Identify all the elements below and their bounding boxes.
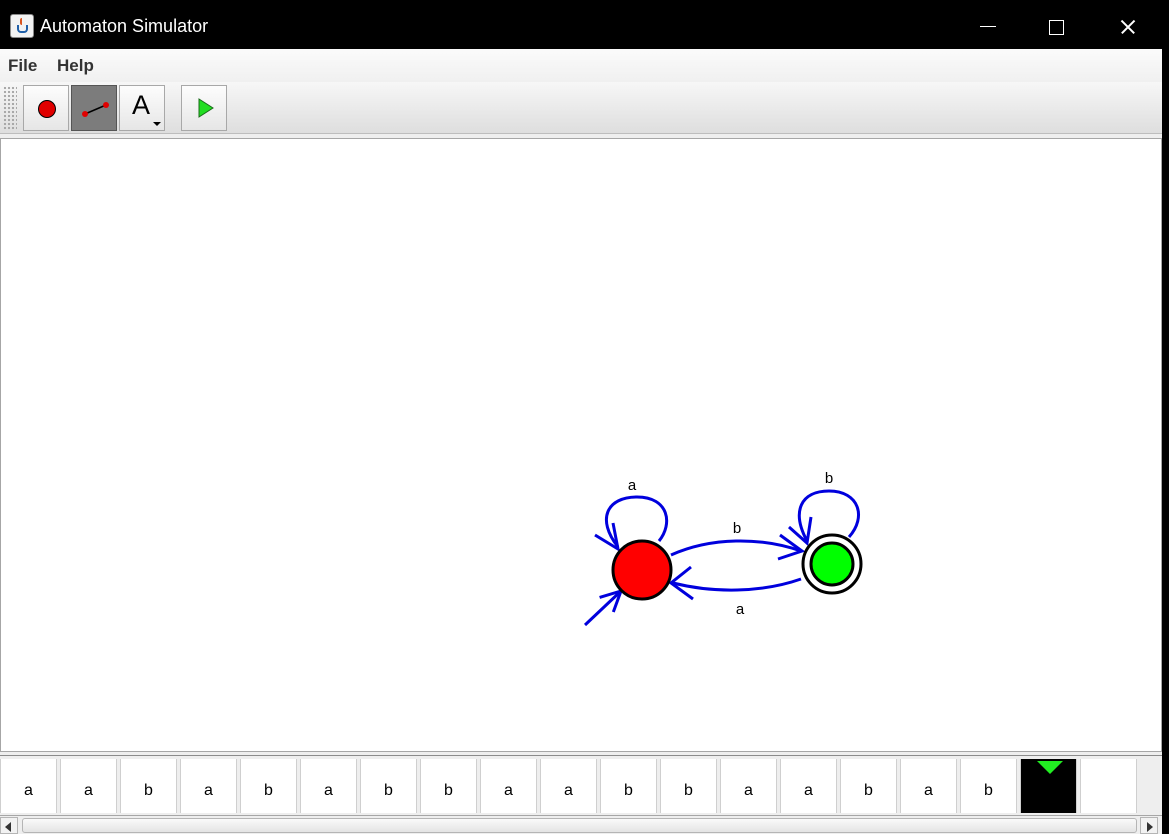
maximize-button[interactable]: [1026, 4, 1086, 49]
menu-bar: File Help: [0, 49, 1162, 82]
tape-cell[interactable]: b: [240, 759, 297, 813]
dropdown-arrow-icon: [153, 122, 161, 126]
tape-cell[interactable]: [1080, 759, 1137, 813]
tape-cell[interactable]: a: [480, 759, 537, 813]
toolbar: A: [0, 82, 1162, 134]
transition-label-q1-q0: a: [736, 601, 745, 618]
tape-horizontal-scrollbar[interactable]: [0, 815, 1162, 834]
close-button[interactable]: [1098, 4, 1158, 49]
tape-cell[interactable]: b: [120, 759, 177, 813]
title-bar[interactable]: Automaton Simulator: [0, 4, 1169, 49]
tape-cell[interactable]: a: [60, 759, 117, 813]
transition-q1-q0[interactable]: [672, 577, 802, 592]
transition-line-icon: [82, 102, 109, 117]
tape-head-marker-icon: [1037, 761, 1063, 774]
tape-cell[interactable]: a: [540, 759, 597, 813]
scroll-left-arrow-icon[interactable]: [0, 817, 18, 834]
label-tool-button[interactable]: A: [119, 85, 165, 131]
tape-cell-head[interactable]: [1020, 759, 1077, 813]
tape-cell[interactable]: b: [660, 759, 717, 813]
initial-transition-arrow[interactable]: [583, 591, 621, 627]
tape-cell[interactable]: a: [780, 759, 837, 813]
menu-file[interactable]: File: [8, 56, 37, 76]
tape-cell[interactable]: a: [180, 759, 237, 813]
transition-q0-q1[interactable]: [670, 539, 802, 557]
tape-cell[interactable]: b: [600, 759, 657, 813]
run-button[interactable]: [181, 85, 227, 131]
add-state-tool-button[interactable]: [23, 85, 69, 131]
red-circle-icon: [38, 100, 56, 118]
automaton-canvas[interactable]: a b a b: [0, 138, 1162, 752]
scrollbar-thumb[interactable]: [22, 818, 1137, 833]
window-title: Automaton Simulator: [40, 16, 209, 36]
tape-cell[interactable]: b: [840, 759, 897, 813]
transition-label-q0-q1: b: [733, 520, 741, 537]
state-q0-initial[interactable]: [611, 539, 673, 601]
green-play-icon: [198, 98, 214, 118]
state-q1-accepting[interactable]: [809, 541, 855, 587]
minimize-button[interactable]: [958, 4, 1018, 49]
automaton-diagram: a b a b: [583, 470, 863, 627]
app-window: Automaton Simulator File Help A a b a b …: [0, 0, 1169, 834]
input-tape: aabababbaabbaabab: [0, 755, 1162, 813]
transition-label-q0-q0: a: [628, 477, 637, 494]
tape-cell[interactable]: a: [900, 759, 957, 813]
scroll-right-arrow-icon[interactable]: [1140, 817, 1158, 834]
tape-cell[interactable]: a: [300, 759, 357, 813]
transition-label-q1-q1: b: [825, 470, 833, 487]
tape-cell[interactable]: b: [360, 759, 417, 813]
letter-a-icon: A: [132, 90, 151, 120]
client-area: File Help A a b a b a a b a b a b b a a …: [0, 49, 1162, 834]
toolbar-grip-handle[interactable]: [3, 86, 17, 131]
menu-help[interactable]: Help: [57, 56, 94, 76]
tape-cell[interactable]: b: [960, 759, 1017, 813]
java-cup-icon: [10, 14, 34, 38]
add-transition-tool-button[interactable]: [71, 85, 117, 131]
tape-cell[interactable]: a: [720, 759, 777, 813]
tape-cell[interactable]: a: [0, 759, 57, 813]
tape-cell[interactable]: b: [420, 759, 477, 813]
